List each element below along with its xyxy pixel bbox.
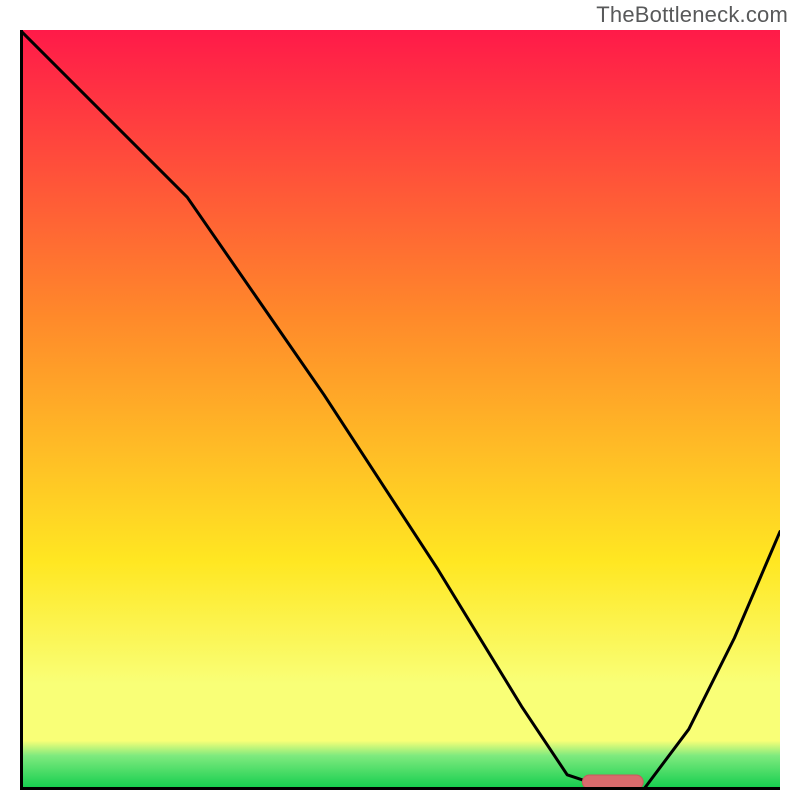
watermark-text: TheBottleneck.com [596,2,788,28]
chart-svg [20,30,780,790]
optimum-marker [582,775,643,789]
bottleneck-chart [20,30,780,790]
